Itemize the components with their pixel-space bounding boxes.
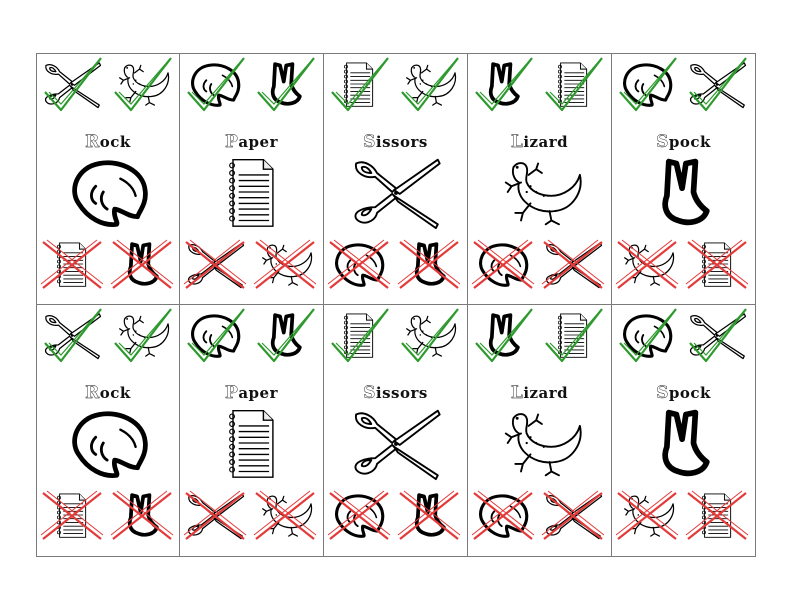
spock-icon (634, 154, 734, 230)
card-title-rest: izard (523, 133, 569, 151)
card: Paper (180, 53, 324, 305)
card: Paper (180, 305, 324, 557)
card-title-initial: P (225, 132, 239, 152)
card-title: Paper (180, 132, 323, 152)
spock-icon (634, 405, 734, 481)
lizard-icon (398, 308, 460, 363)
lizard-icon (111, 57, 173, 112)
card: Rock (36, 305, 180, 557)
card-title-rest: pock (668, 133, 711, 151)
scissors-icon (346, 154, 446, 230)
card-title-rest: issors (375, 133, 428, 151)
card-title-rest: issors (375, 384, 428, 402)
rock-icon (184, 308, 246, 363)
card-title: Rock (37, 132, 179, 152)
card-title-rest: izard (523, 384, 569, 402)
rock-icon (59, 154, 159, 230)
spock-icon (254, 57, 316, 112)
spock-icon (254, 308, 316, 363)
card-title: Spock (612, 383, 755, 403)
scissors-icon (346, 405, 446, 481)
card-title-initial: L (510, 383, 524, 403)
lizard-icon (111, 308, 173, 363)
scissors-icon (41, 57, 103, 112)
card-title-rest: aper (238, 384, 278, 402)
scissors-icon (541, 489, 605, 541)
card-title-initial: S (656, 383, 669, 403)
card-title: Lizard (468, 383, 611, 403)
card-title-initial: R (85, 132, 100, 152)
scissors-icon (183, 489, 247, 541)
scissors-icon (686, 308, 748, 363)
paper-icon (328, 308, 390, 363)
lizard-icon (253, 489, 317, 541)
card-title: Spock (612, 132, 755, 152)
lizard-icon (490, 405, 590, 481)
card-title-rest: pock (668, 384, 711, 402)
spock-icon (472, 308, 534, 363)
paper-icon (202, 154, 302, 230)
paper-icon (542, 57, 604, 112)
rock-icon (616, 308, 678, 363)
card: Spock (612, 53, 756, 305)
card-title-initial: S (363, 383, 376, 403)
card-title-rest: aper (238, 133, 278, 151)
lizard-icon (490, 154, 590, 230)
lizard-icon (253, 238, 317, 290)
card: Lizard (468, 53, 612, 305)
card: Sissors (324, 53, 468, 305)
rock-icon (327, 238, 391, 290)
card-title: Sissors (324, 132, 467, 152)
card-title-rest: ock (99, 133, 131, 151)
card-title: Lizard (468, 132, 611, 152)
rock-icon (616, 57, 678, 112)
card-title: Sissors (324, 383, 467, 403)
paper-icon (685, 238, 749, 290)
paper-icon (40, 238, 104, 290)
rock-icon (184, 57, 246, 112)
rock-icon (471, 238, 535, 290)
scissors-icon (41, 308, 103, 363)
card-title-initial: S (656, 132, 669, 152)
scissors-icon (686, 57, 748, 112)
rock-icon (471, 489, 535, 541)
card-title-rest: ock (99, 384, 131, 402)
spock-icon (110, 489, 174, 541)
card-title-initial: L (510, 132, 524, 152)
paper-icon (542, 308, 604, 363)
paper-icon (328, 57, 390, 112)
card-title: Rock (37, 383, 179, 403)
spock-icon (110, 238, 174, 290)
card-title-initial: R (85, 383, 100, 403)
spock-icon (397, 489, 461, 541)
card: Lizard (468, 305, 612, 557)
lizard-icon (398, 57, 460, 112)
rock-icon (59, 405, 159, 481)
paper-icon (40, 489, 104, 541)
spock-icon (397, 238, 461, 290)
rock-icon (327, 489, 391, 541)
card-title: Paper (180, 383, 323, 403)
lizard-icon (615, 238, 679, 290)
card-sheet: Rock Paper Sissors Lizard Spock Rock Pap… (36, 53, 756, 557)
lizard-icon (615, 489, 679, 541)
scissors-icon (541, 238, 605, 290)
card: Rock (36, 53, 180, 305)
card: Sissors (324, 305, 468, 557)
spock-icon (472, 57, 534, 112)
card-title-initial: P (225, 383, 239, 403)
paper-icon (685, 489, 749, 541)
scissors-icon (183, 238, 247, 290)
card: Spock (612, 305, 756, 557)
paper-icon (202, 405, 302, 481)
card-title-initial: S (363, 132, 376, 152)
